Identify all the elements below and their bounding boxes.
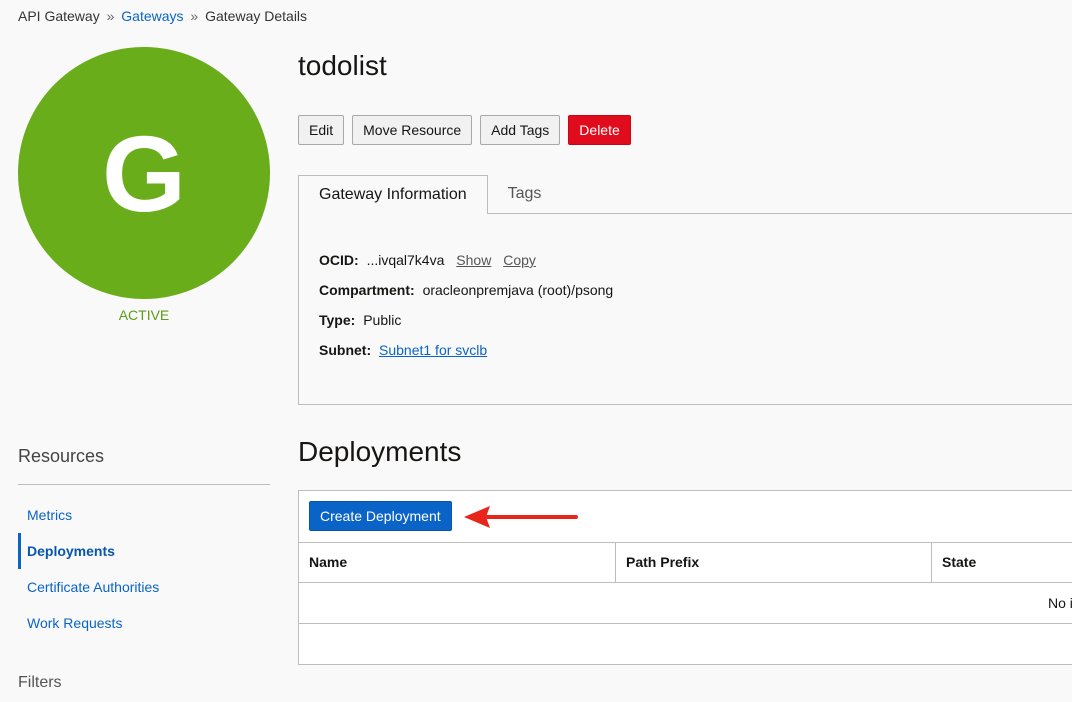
- create-deployment-button[interactable]: Create Deployment: [309, 501, 452, 531]
- move-resource-button[interactable]: Move Resource: [352, 115, 473, 145]
- action-toolbar: Edit Move Resource Add Tags Delete: [298, 115, 631, 145]
- ocid-value: ...ivqal7k4va: [366, 252, 445, 268]
- deployments-table: Create Deployment Name Path Prefix State…: [298, 490, 1072, 665]
- column-header-name[interactable]: Name: [299, 543, 615, 582]
- breadcrumb-root: API Gateway: [18, 8, 100, 24]
- status-badge: ACTIVE: [118, 307, 170, 323]
- table-toolbar: Create Deployment: [309, 501, 452, 531]
- edit-button[interactable]: Edit: [298, 115, 345, 145]
- sidebar-item-certificate-authorities[interactable]: Certificate Authorities: [18, 569, 270, 605]
- column-header-state[interactable]: State: [931, 543, 1072, 582]
- breadcrumb-current: Gateway Details: [205, 8, 308, 24]
- ocid-label: OCID:: [319, 252, 359, 268]
- page-title: todolist: [298, 50, 387, 81]
- type-row: Type: Public: [319, 312, 401, 328]
- resources-nav: Metrics Deployments Certificate Authorit…: [18, 497, 270, 641]
- type-value: Public: [363, 312, 402, 328]
- subnet-link[interactable]: Subnet1 for svclb: [379, 342, 487, 358]
- resources-heading: Resources: [18, 446, 105, 466]
- sidebar-item-work-requests[interactable]: Work Requests: [18, 605, 270, 641]
- tab-tags[interactable]: Tags: [488, 175, 562, 213]
- gateway-information-panel: OCID: ...ivqal7k4va Show Copy Compartmen…: [298, 213, 1072, 405]
- sidebar-item-deployments[interactable]: Deployments: [18, 533, 270, 569]
- ocid-show-link[interactable]: Show: [456, 252, 491, 268]
- empty-message: No i: [1048, 595, 1072, 611]
- compartment-value: oracleonpremjava (root)/psong: [422, 282, 614, 298]
- add-tags-button[interactable]: Add Tags: [480, 115, 561, 145]
- breadcrumb: API Gateway » Gateways » Gateway Details: [18, 8, 307, 24]
- detail-tabs: Gateway Information Tags: [298, 175, 562, 214]
- annotation-arrow-icon: [464, 506, 578, 528]
- breadcrumb-separator: »: [190, 8, 199, 24]
- deployments-heading: Deployments: [298, 436, 462, 467]
- delete-button[interactable]: Delete: [568, 115, 631, 145]
- tab-gateway-information[interactable]: Gateway Information: [298, 175, 488, 214]
- subnet-row: Subnet: Subnet1 for svclb: [319, 342, 487, 358]
- ocid-copy-link[interactable]: Copy: [503, 252, 536, 268]
- compartment-label: Compartment:: [319, 282, 415, 298]
- divider: [18, 484, 270, 485]
- ocid-row: OCID: ...ivqal7k4va Show Copy: [319, 252, 536, 268]
- avatar-letter: G: [101, 112, 186, 234]
- subnet-label: Subnet:: [319, 342, 372, 358]
- column-header-path-prefix[interactable]: Path Prefix: [615, 543, 931, 582]
- compartment-row: Compartment: oracleonpremjava (root)/pso…: [319, 282, 613, 298]
- table-empty-row: No i: [299, 583, 1072, 624]
- type-label: Type:: [319, 312, 356, 328]
- sidebar-item-metrics[interactable]: Metrics: [18, 497, 270, 533]
- gateway-avatar: G: [18, 47, 270, 299]
- breadcrumb-separator: »: [106, 8, 115, 24]
- filters-heading: Filters: [18, 674, 62, 691]
- breadcrumb-gateways-link[interactable]: Gateways: [121, 8, 183, 24]
- table-header: Name Path Prefix State: [299, 542, 1072, 583]
